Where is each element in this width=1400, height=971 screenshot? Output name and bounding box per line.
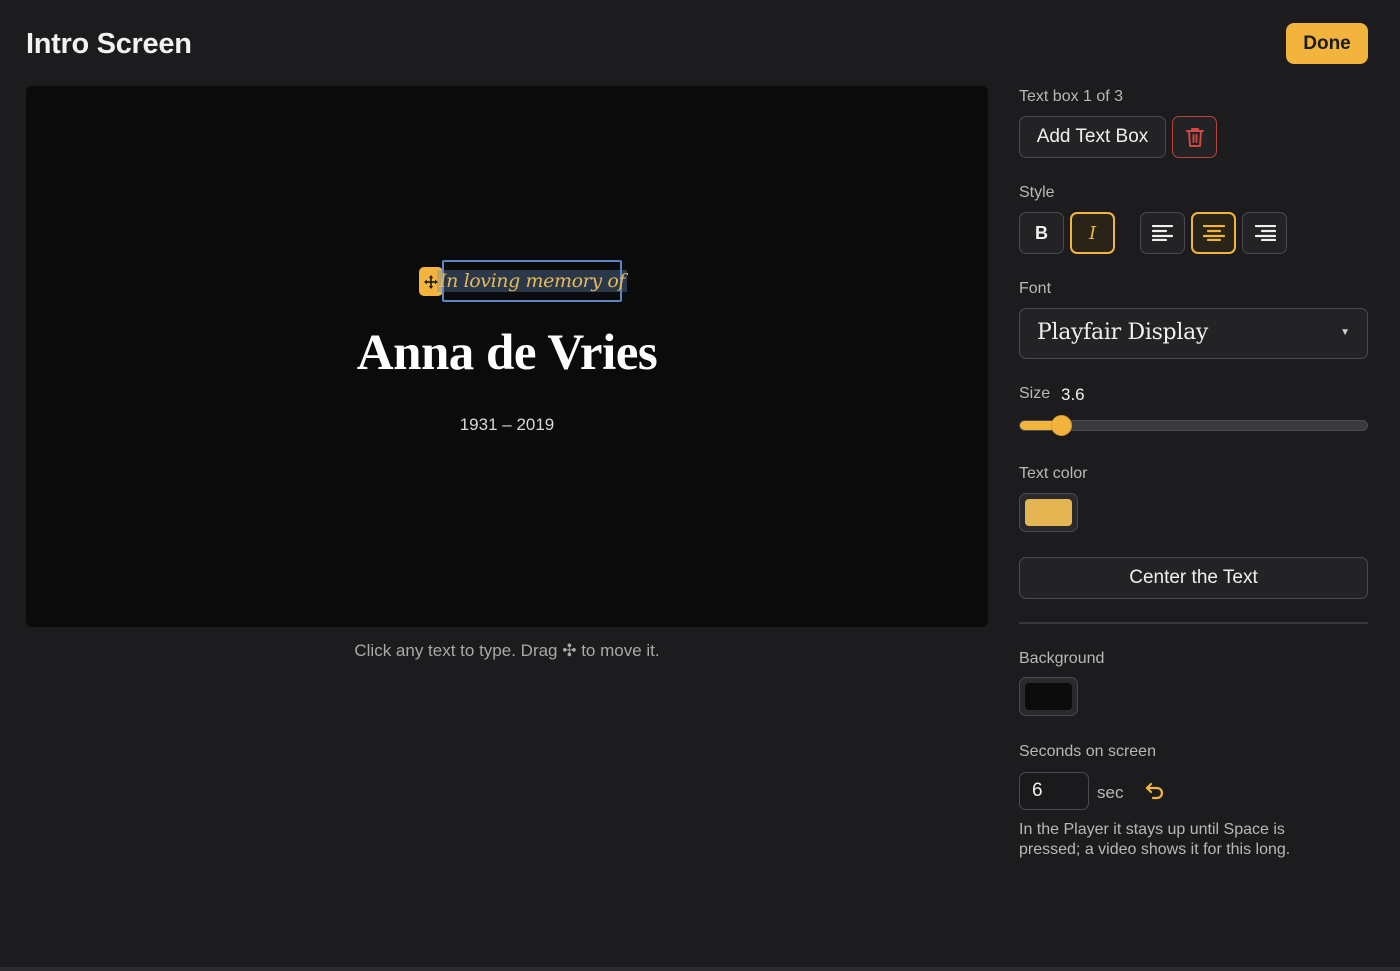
seconds-label: Seconds on screen xyxy=(1019,743,1156,760)
undo-icon xyxy=(1145,782,1164,800)
dates-text[interactable]: 1931 – 2019 xyxy=(26,415,988,435)
done-button[interactable]: Done xyxy=(1286,23,1368,64)
bold-button[interactable]: B xyxy=(1019,212,1064,254)
align-center-icon xyxy=(1202,225,1225,241)
delete-text-box-button[interactable] xyxy=(1172,116,1217,158)
text-color-label: Text color xyxy=(1019,465,1088,482)
move-icon xyxy=(424,274,438,289)
page-title: Intro Screen xyxy=(26,28,192,60)
seconds-note: In the Player it stays up until Space is… xyxy=(1019,821,1291,858)
text-color-swatch[interactable] xyxy=(1019,493,1078,532)
chevron-down-icon: ▼ xyxy=(1340,327,1350,338)
subtitle-text[interactable]: In loving memory of xyxy=(437,270,627,292)
stage-hint: Click any text to type. Drag ✣ to move i… xyxy=(354,641,660,660)
bottom-divider xyxy=(0,967,1400,971)
font-label: Font xyxy=(1019,280,1052,297)
trash-icon xyxy=(1185,128,1204,147)
reset-seconds-button[interactable] xyxy=(1145,781,1165,801)
size-value: 3.6 xyxy=(1061,385,1085,404)
seconds-input[interactable] xyxy=(1019,772,1089,810)
background-label: Background xyxy=(1019,650,1105,667)
align-center-button[interactable] xyxy=(1191,212,1236,254)
style-label: Style xyxy=(1019,184,1055,201)
subtitle-textbox[interactable]: In loving memory of xyxy=(437,260,627,302)
text-color-swatch-fill xyxy=(1025,499,1072,526)
background-color-swatch-fill xyxy=(1025,683,1072,710)
font-select-value: Playfair Display xyxy=(1037,320,1209,345)
align-right-button[interactable] xyxy=(1242,212,1287,254)
size-slider[interactable] xyxy=(1019,415,1368,436)
add-text-box-button[interactable]: Add Text Box xyxy=(1019,116,1166,158)
sec-unit-label: sec xyxy=(1097,783,1124,802)
size-slider-thumb[interactable] xyxy=(1050,415,1072,436)
align-right-icon xyxy=(1254,225,1276,241)
align-left-icon xyxy=(1151,225,1173,241)
name-text[interactable]: Anna de Vries xyxy=(26,324,988,382)
background-color-swatch[interactable] xyxy=(1019,677,1078,716)
font-select[interactable]: Playfair Display ▼ xyxy=(1019,308,1368,359)
align-left-button[interactable] xyxy=(1140,212,1185,254)
size-label: Size xyxy=(1019,385,1051,402)
panel-divider xyxy=(1019,622,1368,624)
italic-button[interactable]: I xyxy=(1070,212,1115,254)
center-text-button[interactable]: Center the Text xyxy=(1019,557,1368,599)
preview-stage: In loving memory of Anna de Vries 1931 –… xyxy=(26,86,988,627)
textbox-counter: Text box 1 of 3 xyxy=(1019,88,1124,105)
